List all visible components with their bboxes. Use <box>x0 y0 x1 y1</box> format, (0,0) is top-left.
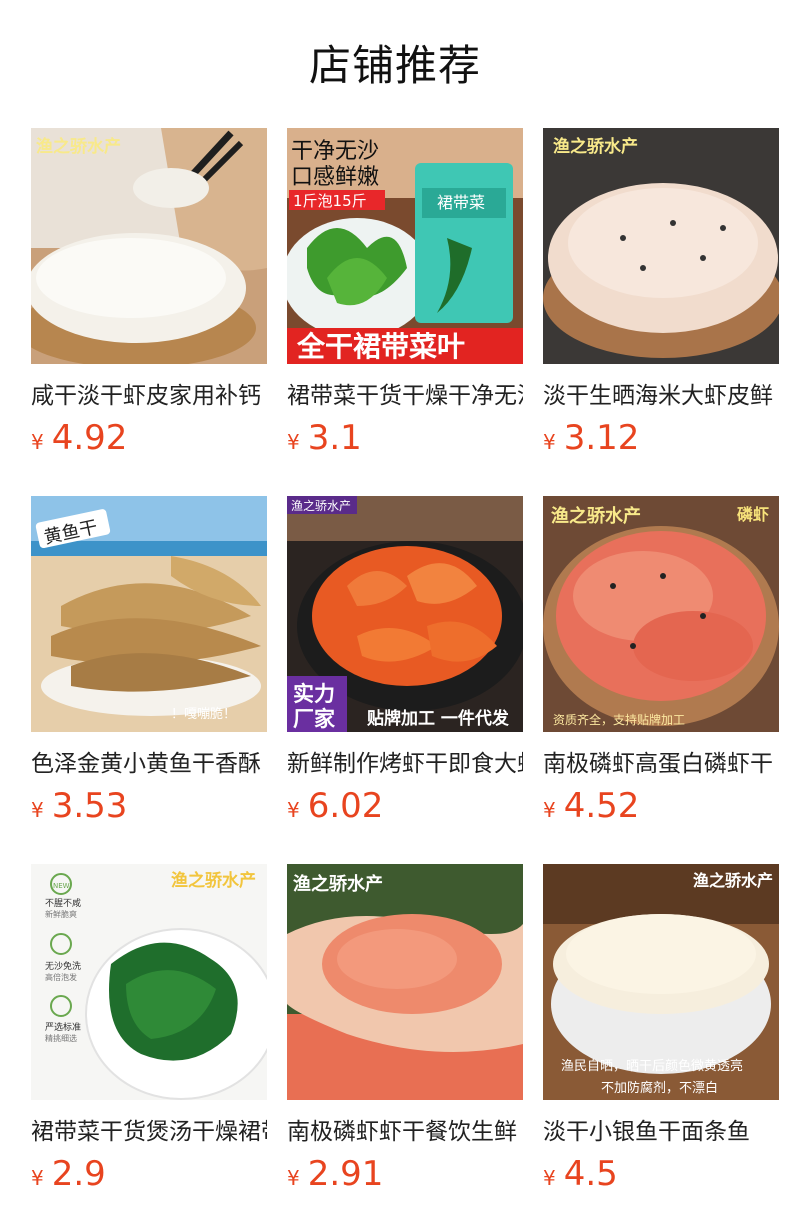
dried-shrimp-bowl-image: 渔之骄水产 <box>31 128 267 364</box>
price-value: 3.53 <box>51 786 128 826</box>
product-price: ¥6.02 <box>287 786 383 826</box>
product-price: ¥3.53 <box>31 786 127 826</box>
image-banner-text: 全干裙带菜叶 <box>296 330 465 363</box>
product-price: ¥2.91 <box>287 1154 383 1194</box>
image-caption-2: 不加防腐剂，不漂白 <box>601 1080 718 1096</box>
product-image[interactable]: 裙带菜 干净无沙 口感鲜嫩 1斤泡15斤 全干裙带菜叶 <box>287 128 523 364</box>
product-price: ¥2.9 <box>31 1154 106 1194</box>
product-card[interactable]: 渔之骄水产 淡干生晒海米大虾皮鲜 ¥3.12 <box>543 128 779 458</box>
product-price: ¥4.5 <box>543 1154 618 1194</box>
product-card[interactable]: 裙带菜 干净无沙 口感鲜嫩 1斤泡15斤 全干裙带菜叶 裙带菜干货干燥干净无沙 … <box>287 128 523 458</box>
feature-2-title: 无沙免洗 <box>45 960 81 972</box>
image-caption: 资质齐全，支持贴牌加工 <box>553 712 685 727</box>
package-label-text: 裙带菜 <box>437 193 485 212</box>
image-brand-text: 渔之骄水产 <box>291 499 351 513</box>
price-value: 6.02 <box>307 786 384 826</box>
product-card[interactable]: 黄鱼干 ！嘎嘣脆！ 色泽金黄小黄鱼干香酥 ¥3.53 <box>31 496 267 826</box>
product-image[interactable]: 渔之骄水产 渔民自晒，晒干后颜色微黄透亮 不加防腐剂，不漂白 <box>543 864 779 1100</box>
currency-symbol: ¥ <box>543 798 556 822</box>
image-brand-text: 渔之骄水产 <box>36 136 121 157</box>
kelp-plate-image: NEW 不腥不咸 新鲜脆爽 无沙免洗 高倍泡发 严选标准 精挑细选 渔之骄水产 <box>31 864 267 1100</box>
product-name[interactable]: 裙带菜干货干燥干净无沙 <box>287 380 523 412</box>
currency-symbol: ¥ <box>287 430 300 454</box>
price-value: 2.9 <box>51 1154 106 1194</box>
currency-symbol: ¥ <box>543 1166 556 1190</box>
new-badge-text: NEW <box>53 882 70 890</box>
currency-symbol: ¥ <box>287 1166 300 1190</box>
product-card[interactable]: 渔之骄水产 南极磷虾虾干餐饮生鲜 ¥2.91 <box>287 864 523 1194</box>
product-price: ¥3.1 <box>287 418 362 458</box>
currency-symbol: ¥ <box>543 430 556 454</box>
price-value: 3.1 <box>307 418 362 458</box>
product-image[interactable]: 渔之骄水产 实力 厂家 贴牌加工 一件代发 <box>287 496 523 732</box>
image-caption: 贴牌加工 一件代发 <box>367 708 510 729</box>
product-price: ¥4.52 <box>543 786 639 826</box>
currency-symbol: ¥ <box>287 798 300 822</box>
product-name[interactable]: 南极磷虾虾干餐饮生鲜 <box>287 1116 523 1148</box>
price-value: 4.92 <box>51 418 128 458</box>
image-brand-text: 渔之骄水产 <box>553 136 638 157</box>
feature-2-sub: 高倍泡发 <box>45 972 77 982</box>
image-brand-text: 渔之骄水产 <box>551 505 641 527</box>
product-image[interactable]: 渔之骄水产 <box>543 128 779 364</box>
image-headline-2: 口感鲜嫩 <box>291 165 379 190</box>
product-card[interactable]: 渔之骄水产 咸干淡干虾皮家用补钙 ¥4.92 <box>31 128 267 458</box>
krill-in-hand-image: 渔之骄水产 <box>287 864 523 1100</box>
image-badge-text: 1斤泡15斤 <box>293 192 367 210</box>
yellow-croaker-beach-image: 黄鱼干 ！嘎嘣脆！ <box>31 496 267 732</box>
image-brand-text: 渔之骄水产 <box>293 873 383 895</box>
currency-symbol: ¥ <box>31 1166 44 1190</box>
currency-symbol: ¥ <box>31 798 44 822</box>
product-price: ¥3.12 <box>543 418 639 458</box>
image-caption: ！嘎嘣脆！ <box>171 706 236 722</box>
feature-1-sub: 新鲜脆爽 <box>45 909 77 919</box>
image-brand-text: 渔之骄水产 <box>171 870 256 891</box>
image-badge-line-2: 厂家 <box>293 707 336 731</box>
product-name[interactable]: 咸干淡干虾皮家用补钙 <box>31 380 267 412</box>
roasted-shrimp-image: 渔之骄水产 实力 厂家 贴牌加工 一件代发 <box>287 496 523 732</box>
product-card[interactable]: NEW 不腥不咸 新鲜脆爽 无沙免洗 高倍泡发 严选标准 精挑细选 渔之骄水产 … <box>31 864 267 1194</box>
product-name[interactable]: 色泽金黄小黄鱼干香酥 <box>31 748 267 780</box>
image-badge-line-1: 实力 <box>293 682 335 706</box>
image-brand-text: 渔之骄水产 <box>693 871 773 890</box>
image-caption-1: 渔民自晒，晒干后颜色微黄透亮 <box>561 1058 743 1074</box>
kelp-package-image: 裙带菜 干净无沙 口感鲜嫩 1斤泡15斤 全干裙带菜叶 <box>287 128 523 364</box>
image-corner-tag: 磷虾 <box>737 505 769 524</box>
product-image[interactable]: 黄鱼干 ！嘎嘣脆！ <box>31 496 267 732</box>
product-card[interactable]: 渔之骄水产 实力 厂家 贴牌加工 一件代发 新鲜制作烤虾干即食大虾 ¥6.02 <box>287 496 523 826</box>
whitebait-bowl-image: 渔之骄水产 渔民自晒，晒干后颜色微黄透亮 不加防腐剂，不漂白 <box>543 864 779 1100</box>
product-name[interactable]: 新鲜制作烤虾干即食大虾 <box>287 748 523 780</box>
product-image[interactable]: NEW 不腥不咸 新鲜脆爽 无沙免洗 高倍泡发 严选标准 精挑细选 渔之骄水产 <box>31 864 267 1100</box>
product-name[interactable]: 淡干小银鱼干面条鱼 <box>543 1116 779 1148</box>
price-value: 4.5 <box>563 1154 618 1194</box>
feature-1-title: 不腥不咸 <box>45 897 81 909</box>
product-name[interactable]: 裙带菜干货煲汤干燥裙带 <box>31 1116 267 1148</box>
feature-3-title: 严选标准 <box>45 1021 81 1033</box>
product-name[interactable]: 南极磷虾高蛋白磷虾干 <box>543 748 779 780</box>
price-value: 4.52 <box>563 786 640 826</box>
antarctic-krill-image: 渔之骄水产 磷虾 资质齐全，支持贴牌加工 <box>543 496 779 732</box>
price-value: 2.91 <box>307 1154 384 1194</box>
product-card[interactable]: 渔之骄水产 磷虾 资质齐全，支持贴牌加工 南极磷虾高蛋白磷虾干 ¥4.52 <box>543 496 779 826</box>
product-card[interactable]: 渔之骄水产 渔民自晒，晒干后颜色微黄透亮 不加防腐剂，不漂白 淡干小银鱼干面条鱼… <box>543 864 779 1194</box>
price-value: 3.12 <box>563 418 640 458</box>
feature-3-sub: 精挑细选 <box>45 1033 77 1043</box>
product-image[interactable]: 渔之骄水产 磷虾 资质齐全，支持贴牌加工 <box>543 496 779 732</box>
product-image[interactable]: 渔之骄水产 <box>31 128 267 364</box>
product-grid: 渔之骄水产 咸干淡干虾皮家用补钙 ¥4.92 裙带菜 干净无沙 口感鲜嫩 1斤泡… <box>0 0 790 1232</box>
dried-shrimp-plate-image: 渔之骄水产 <box>543 128 779 364</box>
image-headline-1: 干净无沙 <box>291 139 379 164</box>
product-price: ¥4.92 <box>31 418 127 458</box>
product-image[interactable]: 渔之骄水产 <box>287 864 523 1100</box>
product-name[interactable]: 淡干生晒海米大虾皮鲜 <box>543 380 779 412</box>
currency-symbol: ¥ <box>31 430 44 454</box>
